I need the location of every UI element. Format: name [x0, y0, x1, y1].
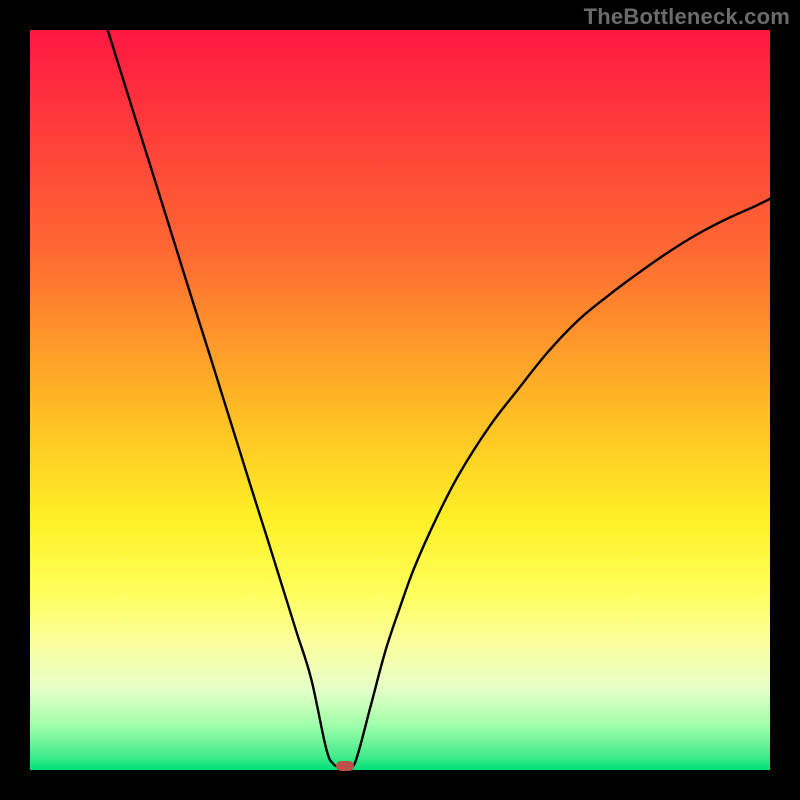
watermark-text: TheBottleneck.com: [584, 4, 790, 30]
curve-left-branch: [108, 30, 341, 767]
minimum-marker: [336, 761, 354, 771]
curve-right-branch: [348, 199, 770, 768]
plot-area: [30, 30, 770, 770]
bottleneck-curve: [30, 30, 770, 770]
chart-frame: TheBottleneck.com: [0, 0, 800, 800]
